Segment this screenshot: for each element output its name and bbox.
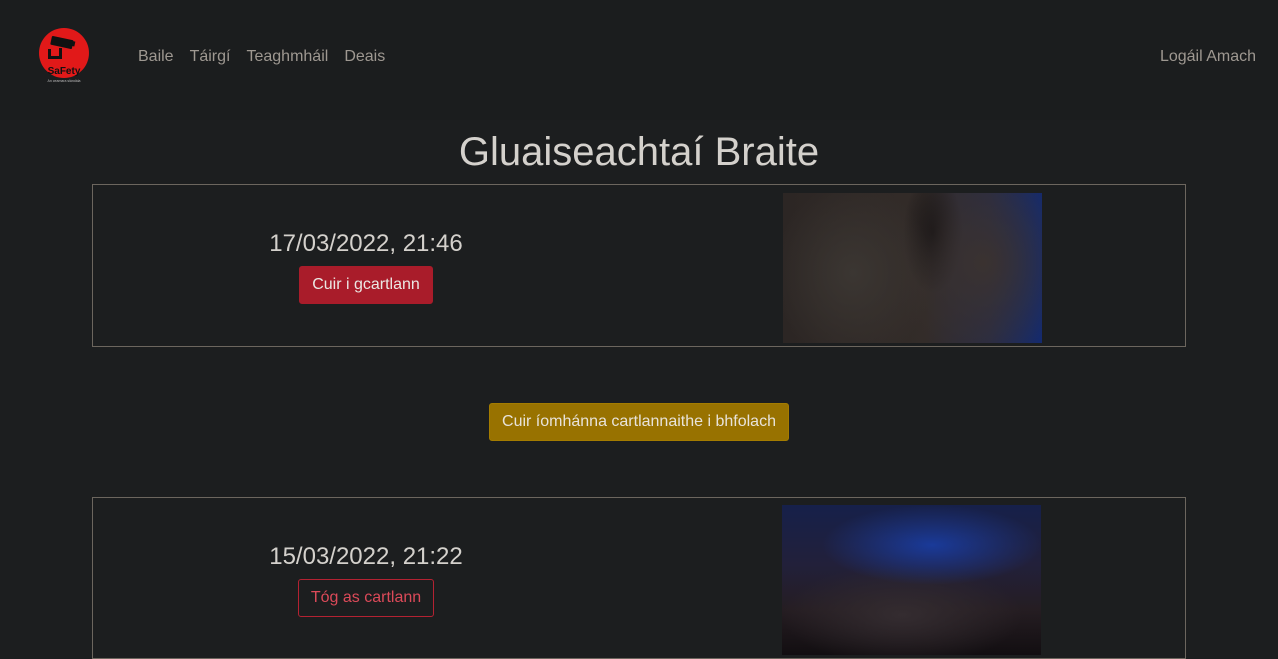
main-nav: Baile Táirgí Teaghmháil Deais xyxy=(130,46,393,68)
nav-link-home[interactable]: Baile xyxy=(130,46,182,68)
detection-info: 17/03/2022, 21:46 Cuir i gcartlann xyxy=(93,230,639,304)
detection-thumbnail[interactable] xyxy=(783,193,1042,343)
archive-toggle-container: Cuir íomhánna cartlannaithe i bhfolach xyxy=(0,403,1278,441)
detection-timestamp: 15/03/2022, 21:22 xyxy=(269,543,463,570)
nav-link-products[interactable]: Táirgí xyxy=(182,46,239,68)
detection-card: 15/03/2022, 21:22 Tóg as cartlann xyxy=(92,497,1186,659)
logout-link[interactable]: Logáil Amach xyxy=(1160,46,1256,68)
hide-archived-button[interactable]: Cuir íomhánna cartlannaithe i bhfolach xyxy=(489,403,789,441)
detection-timestamp: 17/03/2022, 21:46 xyxy=(269,230,463,257)
detection-card: 17/03/2022, 21:46 Cuir i gcartlann xyxy=(92,184,1186,347)
detection-info: 15/03/2022, 21:22 Tóg as cartlann xyxy=(93,543,639,617)
navbar: SaFety An ceamara slándála Baile Táirgí … xyxy=(0,0,1278,120)
security-camera-logo-icon: SaFety An ceamara slándála xyxy=(39,28,89,83)
archive-button[interactable]: Cuir i gcartlann xyxy=(299,266,433,304)
logo-subtitle: An ceamara slándála xyxy=(48,79,81,83)
brand-logo[interactable]: SaFety An ceamara slándála xyxy=(38,27,90,85)
nav-link-dashboard[interactable]: Deais xyxy=(336,46,393,68)
nav-link-contact[interactable]: Teaghmháil xyxy=(238,46,336,68)
unarchive-button[interactable]: Tóg as cartlann xyxy=(297,579,435,617)
page-title: Gluaiseachtaí Braite xyxy=(458,130,820,174)
logo-text: SaFety xyxy=(48,66,81,77)
detection-thumbnail[interactable] xyxy=(782,505,1041,655)
